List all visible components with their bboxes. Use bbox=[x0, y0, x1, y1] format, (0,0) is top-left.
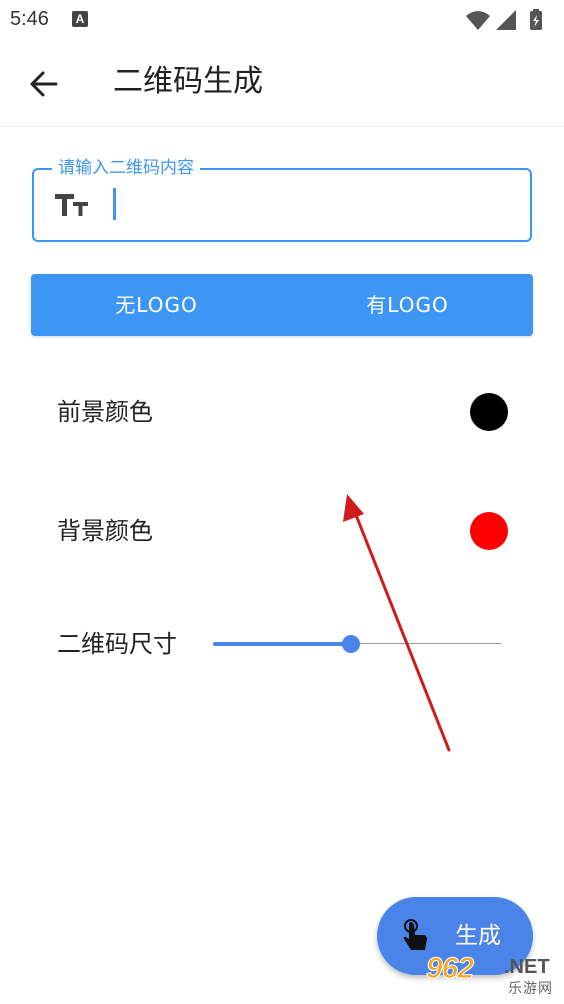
app-bar: 二维码生成 bbox=[0, 40, 564, 127]
touch-hand-icon bbox=[403, 919, 427, 950]
slider-fill bbox=[213, 642, 352, 646]
qr-content-input[interactable]: 请输入二维码内容 bbox=[32, 157, 532, 242]
annotation-arrow-icon bbox=[343, 494, 451, 752]
battery-icon bbox=[530, 9, 542, 30]
background-color-label: 背景颜色 bbox=[57, 517, 153, 545]
no-logo-option[interactable]: 无LOGO bbox=[31, 274, 282, 336]
watermark-site-name: 乐游网 bbox=[508, 981, 553, 997]
text-caret bbox=[113, 188, 116, 220]
wifi-icon bbox=[466, 11, 490, 30]
logo-toggle: 无LOGO 有LOGO bbox=[31, 274, 533, 336]
generate-button-label: 生成 bbox=[455, 923, 501, 949]
status-icons bbox=[466, 9, 542, 30]
foreground-color-swatch[interactable] bbox=[470, 393, 508, 431]
slider-thumb[interactable] bbox=[342, 635, 361, 653]
status-bar: 5:46 A bbox=[0, 0, 564, 40]
qr-size-label: 二维码尺寸 bbox=[57, 630, 177, 658]
background-color-swatch[interactable] bbox=[470, 512, 508, 550]
text-size-icon bbox=[55, 194, 88, 216]
arrow-left-icon bbox=[30, 71, 58, 97]
notification-a-icon: A bbox=[72, 11, 88, 27]
back-button[interactable] bbox=[22, 62, 66, 106]
foreground-color-label: 前景颜色 bbox=[57, 398, 153, 426]
signal-icon bbox=[496, 10, 516, 30]
generate-button[interactable]: 生成 bbox=[377, 897, 533, 975]
qr-size-slider[interactable] bbox=[213, 630, 501, 658]
with-logo-option[interactable]: 有LOGO bbox=[282, 274, 533, 336]
qr-content-input-label: 请输入二维码内容 bbox=[52, 157, 200, 179]
page-title: 二维码生成 bbox=[113, 64, 263, 99]
status-time: 5:46 bbox=[10, 8, 49, 30]
